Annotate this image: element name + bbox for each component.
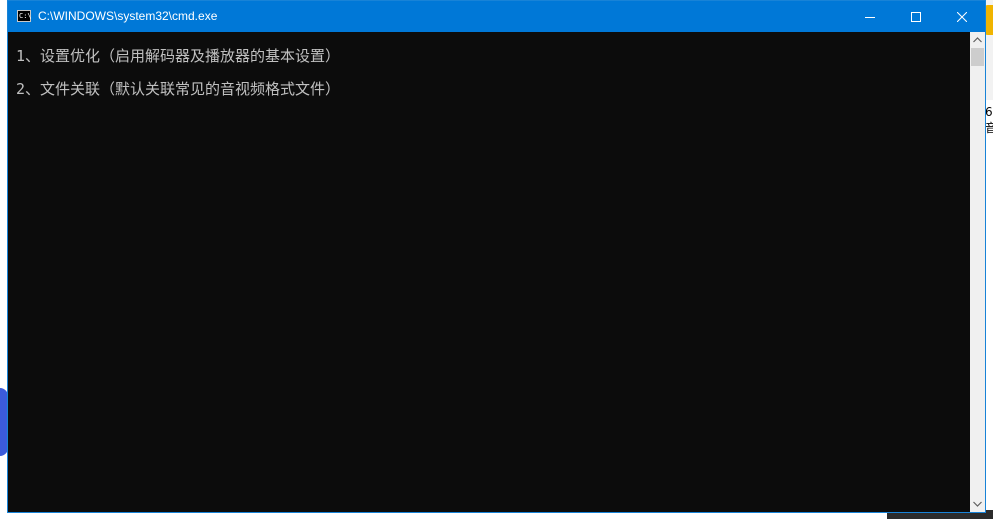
cmd-window: C:\ C:\WINDOWS\system32\cmd.exe 1、设置优化（启…	[7, 0, 986, 513]
minimize-icon	[865, 16, 875, 18]
console-line: 1、设置优化（启用解码器及播放器的基本设置）	[16, 47, 341, 65]
console-line: 2、文件关联（默认关联常见的音视频格式文件）	[16, 80, 341, 98]
maximize-icon	[911, 11, 921, 22]
close-icon	[957, 11, 967, 22]
cmd-icon-label: C:\	[19, 12, 32, 20]
cmd-icon[interactable]: C:\	[17, 10, 32, 22]
minimize-button[interactable]	[847, 1, 893, 32]
chevron-down-icon	[973, 501, 982, 507]
maximize-button[interactable]	[893, 1, 939, 32]
background-window-text: 6 音	[985, 105, 993, 135]
chevron-up-icon	[973, 37, 982, 43]
window-title: C:\WINDOWS\system32\cmd.exe	[38, 9, 218, 23]
close-button[interactable]	[939, 1, 985, 32]
console-output[interactable]: 1、设置优化（启用解码器及播放器的基本设置） 2、文件关联（默认关联常见的音视频…	[8, 32, 970, 512]
scroll-thumb[interactable]	[971, 48, 984, 66]
scroll-down-button[interactable]	[970, 496, 985, 512]
vertical-scrollbar[interactable]	[970, 32, 985, 512]
scroll-up-button[interactable]	[970, 32, 985, 48]
title-bar[interactable]: C:\ C:\WINDOWS\system32\cmd.exe	[8, 1, 985, 32]
